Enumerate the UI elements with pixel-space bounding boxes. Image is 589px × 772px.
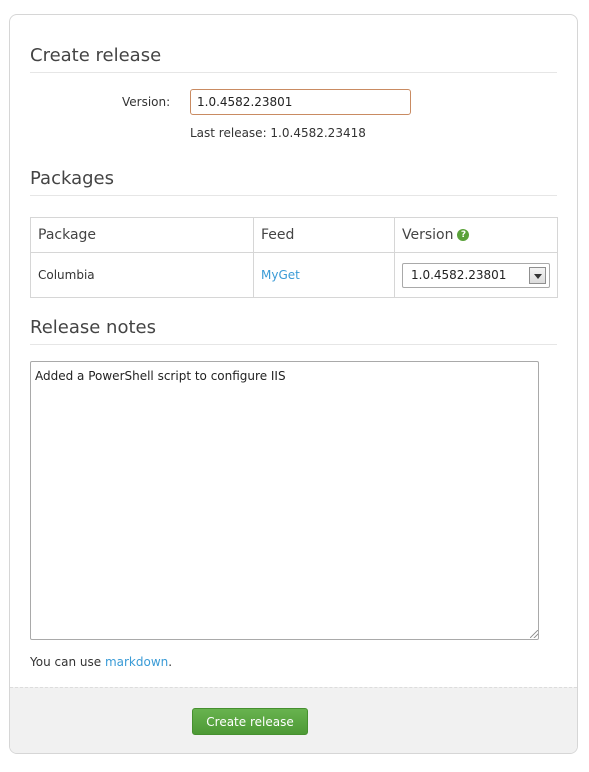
create-release-heading: Create release <box>30 45 162 66</box>
markdown-link[interactable]: markdown <box>105 655 168 669</box>
column-header-package: Package <box>30 217 254 253</box>
release-notes-heading: Release notes <box>30 317 156 338</box>
markdown-hint-suffix: . <box>168 655 173 669</box>
table-header-row: Package Feed Version? <box>30 217 558 253</box>
create-release-panel: Create release Version: Last release: 1.… <box>9 14 578 754</box>
chevron-down-icon[interactable] <box>529 266 546 284</box>
version-select[interactable]: 1.0.4582.23801 <box>402 262 550 288</box>
column-header-version: Version? <box>394 217 558 253</box>
release-notes-textarea[interactable]: Added a PowerShell script to configure I… <box>30 361 539 640</box>
divider <box>30 344 557 345</box>
version-select-value: 1.0.4582.23801 <box>411 267 507 282</box>
version-label: Version: <box>122 95 171 109</box>
feed-link[interactable]: MyGet <box>261 268 300 282</box>
markdown-hint-prefix: You can use <box>30 655 105 669</box>
divider <box>30 195 557 196</box>
table-row: Columbia MyGet 1.0.4582.23801 <box>30 252 558 298</box>
last-release-text: Last release: 1.0.4582.23418 <box>190 126 366 140</box>
feed-cell: MyGet <box>253 252 395 298</box>
divider <box>30 72 557 73</box>
help-icon[interactable]: ? <box>457 229 470 241</box>
resize-handle-icon[interactable] <box>530 630 538 638</box>
column-header-feed: Feed <box>253 217 395 253</box>
version-input[interactable] <box>190 89 411 115</box>
markdown-hint: You can use markdown. <box>30 655 172 669</box>
version-cell: 1.0.4582.23801 <box>394 252 558 298</box>
form-footer: Create release <box>10 687 577 753</box>
column-header-version-label: Version <box>402 227 454 243</box>
create-release-button[interactable]: Create release <box>192 708 308 735</box>
package-name-cell: Columbia <box>30 252 254 298</box>
packages-heading: Packages <box>30 168 114 189</box>
packages-table: Package Feed Version? Columbia MyGet 1.0… <box>30 217 558 298</box>
